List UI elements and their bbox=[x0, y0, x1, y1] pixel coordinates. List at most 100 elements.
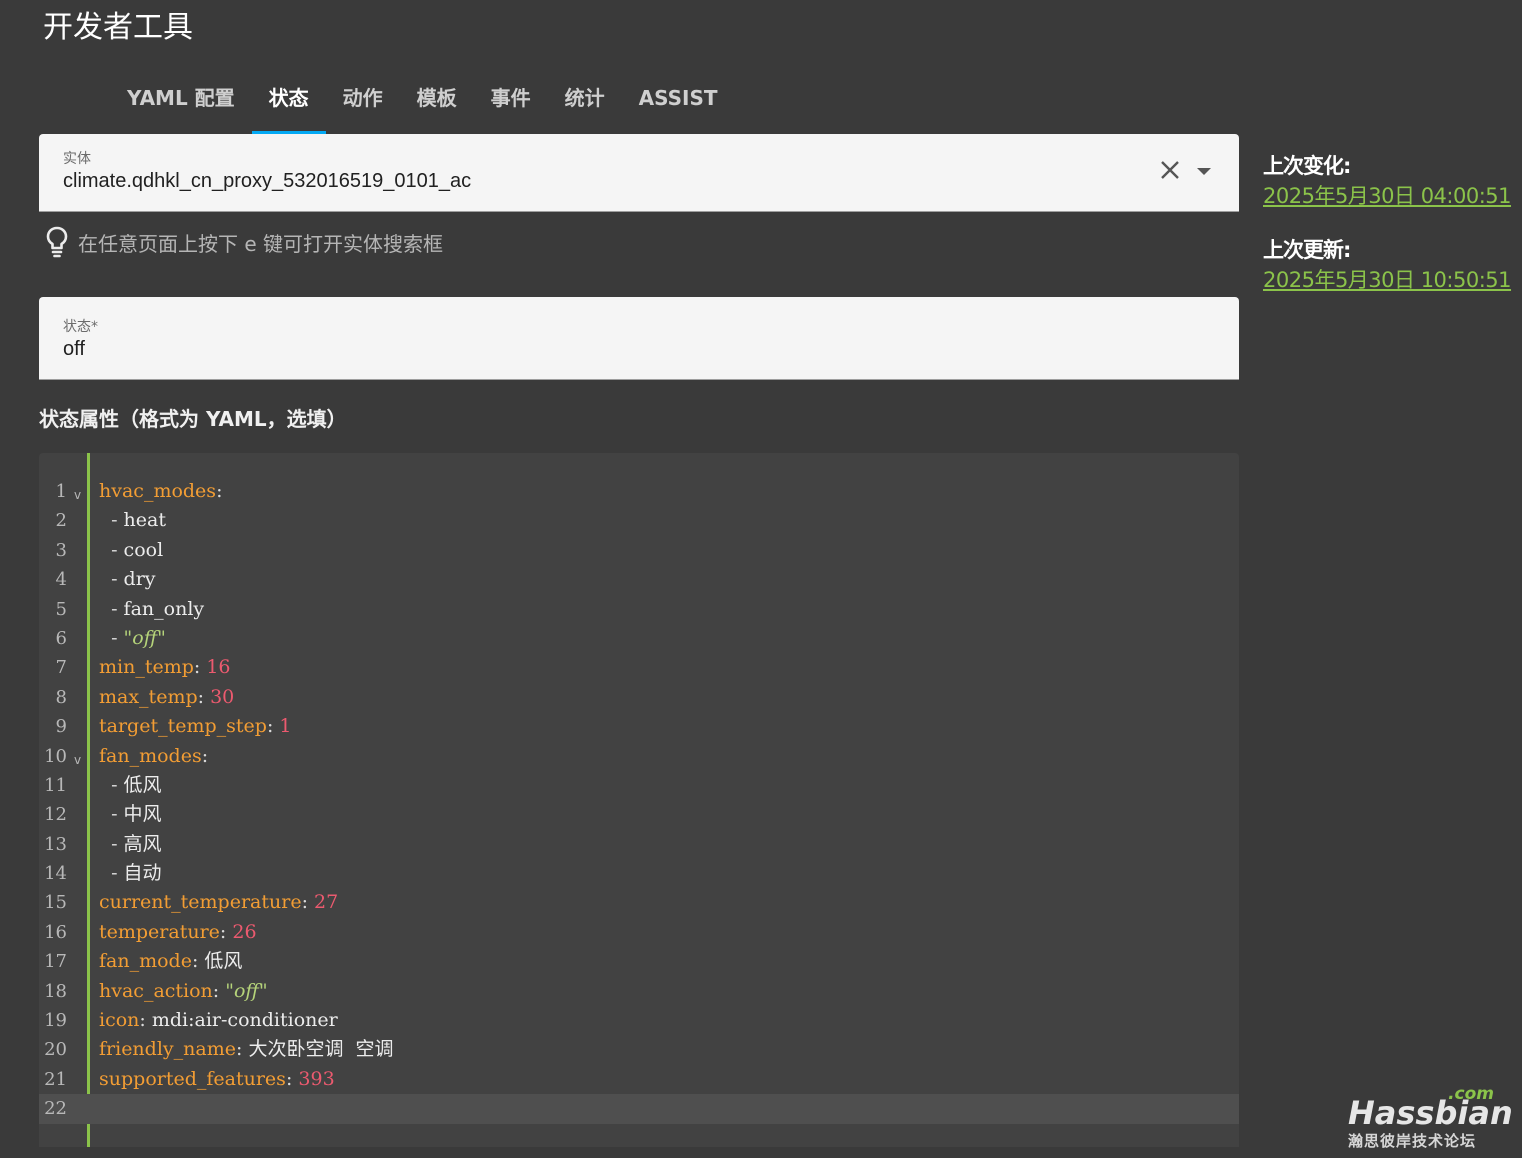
code-line[interactable]: 4 - dry bbox=[39, 565, 1239, 594]
code-line[interactable]: 1 v hvac_modes: bbox=[39, 477, 1239, 506]
state-input[interactable]: off bbox=[63, 338, 85, 361]
yaml-value: mdi:air-conditioner bbox=[151, 1009, 338, 1032]
code-text: - dry bbox=[99, 565, 156, 594]
yaml-value: 大次卧空调 空调 bbox=[248, 1038, 394, 1061]
code-line[interactable]: 19 icon: mdi:air-conditioner bbox=[39, 1006, 1239, 1035]
entity-dropdown-button[interactable] bbox=[1193, 162, 1215, 184]
code-line[interactable]: 20 friendly_name: 大次卧空调 空调 bbox=[39, 1035, 1239, 1064]
line-number: 20 bbox=[44, 1039, 67, 1061]
yaml-punct: : bbox=[219, 920, 233, 943]
line-number: 2 bbox=[55, 510, 67, 532]
code-line[interactable]: 12 - 中风 bbox=[39, 800, 1239, 829]
tab-templates[interactable]: 模板 bbox=[400, 72, 474, 134]
line-number: 9 bbox=[55, 716, 67, 738]
code-line[interactable]: 11 - 低风 bbox=[39, 771, 1239, 800]
yaml-punct: - bbox=[99, 832, 124, 855]
hint-text: 在任意页面上按下 e 键可打开实体搜索框 bbox=[78, 231, 444, 256]
code-text: - "off" bbox=[99, 624, 166, 653]
last-updated-label: 上次更新: bbox=[1263, 238, 1351, 262]
yaml-string: "off" bbox=[225, 979, 268, 1002]
yaml-punct: - bbox=[99, 509, 124, 532]
last-changed-label: 上次变化: bbox=[1263, 154, 1351, 178]
lightbulb-outline-icon bbox=[46, 226, 68, 258]
yaml-value: fan_only bbox=[123, 597, 205, 620]
last-changed-link[interactable]: 2025年5月30日 04:00:51 bbox=[1263, 180, 1512, 210]
yaml-key: hvac_action bbox=[99, 979, 213, 1002]
code-line[interactable]: 9 target_temp_step: 1 bbox=[39, 712, 1239, 741]
code-line[interactable]: 3 - cool bbox=[39, 536, 1239, 565]
yaml-punct: : bbox=[285, 1067, 299, 1090]
yaml-number: 26 bbox=[232, 920, 257, 943]
entity-picker[interactable]: 实体 climate.qdhkl_cn_proxy_532016519_0101… bbox=[39, 134, 1239, 212]
code-text: fan_mode: 低风 bbox=[99, 947, 242, 976]
search-hint: 在任意页面上按下 e 键可打开实体搜索框 bbox=[45, 226, 443, 258]
code-text: - 低风 bbox=[99, 771, 161, 800]
line-number: 21 bbox=[44, 1068, 67, 1090]
code-line[interactable]: 5 - fan_only bbox=[39, 595, 1239, 624]
tab-actions[interactable]: 动作 bbox=[326, 72, 400, 134]
code-line[interactable]: 7 min_temp: 16 bbox=[39, 653, 1239, 682]
yaml-string: "off" bbox=[123, 626, 166, 649]
code-line[interactable]: 21 supported_features: 393 bbox=[39, 1065, 1239, 1094]
yaml-number: 27 bbox=[314, 891, 339, 914]
clear-entity-button[interactable] bbox=[1159, 159, 1181, 181]
tab-yaml[interactable]: YAML 配置 bbox=[110, 72, 252, 134]
line-number: 12 bbox=[44, 804, 67, 826]
entity-input[interactable]: climate.qdhkl_cn_proxy_532016519_0101_ac bbox=[63, 170, 471, 193]
arrow-drop-down-icon bbox=[1197, 168, 1211, 175]
yaml-punct: - bbox=[99, 803, 124, 826]
tab-bar: YAML 配置 状态 动作 模板 事件 统计 ASSIST bbox=[110, 72, 735, 134]
yaml-number: 393 bbox=[298, 1067, 335, 1090]
yaml-key: current_temperature bbox=[99, 891, 302, 914]
code-line[interactable]: 6 - "off" bbox=[39, 624, 1239, 653]
line-number: 8 bbox=[55, 686, 67, 708]
state-label: 状态* bbox=[63, 319, 98, 335]
yaml-value: dry bbox=[123, 568, 156, 591]
code-line[interactable]: 18 hvac_action: "off" bbox=[39, 977, 1239, 1006]
code-text: fan_modes: bbox=[99, 742, 208, 771]
code-line[interactable]: 10 v fan_modes: bbox=[39, 742, 1239, 771]
code-line[interactable]: 22 bbox=[39, 1094, 1239, 1124]
yaml-punct: - bbox=[99, 568, 124, 591]
tab-assist[interactable]: ASSIST bbox=[622, 72, 735, 134]
tab-states[interactable]: 状态 bbox=[251, 72, 326, 134]
code-line[interactable]: 8 max_temp: 30 bbox=[39, 683, 1239, 712]
code-line[interactable]: 2 - heat bbox=[39, 506, 1239, 535]
line-number: 4 bbox=[55, 569, 67, 591]
code-line[interactable]: 17 fan_mode: 低风 bbox=[39, 947, 1239, 976]
code-text: - 自动 bbox=[99, 859, 162, 888]
yaml-key: target_temp_step bbox=[99, 715, 267, 738]
code-line[interactable]: 15 current_temperature: 27 bbox=[39, 888, 1239, 917]
line-number: 13 bbox=[44, 833, 67, 855]
yaml-number: 1 bbox=[279, 715, 292, 738]
watermark-sub: 瀚思彼岸技术论坛 bbox=[1348, 1132, 1477, 1150]
code-text: icon: mdi:air-conditioner bbox=[99, 1006, 338, 1035]
yaml-key: icon bbox=[99, 1009, 140, 1032]
attributes-yaml-editor[interactable]: 1 v hvac_modes: 2 - heat 3 - cool 4 - dry 5 - … bbox=[39, 453, 1239, 1147]
page-title: 开发者工具 bbox=[43, 10, 193, 45]
yaml-punct: : bbox=[193, 656, 207, 679]
code-text: - 中风 bbox=[99, 800, 161, 829]
code-text: max_temp: 30 bbox=[99, 683, 234, 712]
code-text: target_temp_step: 1 bbox=[99, 712, 292, 741]
yaml-value: 自动 bbox=[123, 862, 162, 885]
code-text: supported_features: 393 bbox=[99, 1065, 335, 1094]
code-line[interactable]: 16 temperature: 26 bbox=[39, 918, 1239, 947]
tab-statistics[interactable]: 统计 bbox=[548, 72, 622, 134]
yaml-number: 16 bbox=[206, 656, 231, 679]
yaml-punct: : bbox=[139, 1009, 152, 1032]
yaml-punct: : bbox=[201, 744, 209, 767]
state-input-field[interactable]: 状态* off bbox=[39, 297, 1239, 380]
line-number: 18 bbox=[44, 980, 67, 1002]
attributes-heading: 状态属性（格式为 YAML，选填） bbox=[39, 407, 347, 431]
yaml-punct: : bbox=[197, 685, 211, 708]
line-number: 5 bbox=[55, 598, 67, 620]
code-text: hvac_action: "off" bbox=[99, 977, 268, 1006]
last-updated-link[interactable]: 2025年5月30日 10:50:51 bbox=[1263, 264, 1512, 294]
code-line[interactable]: 13 - 高风 bbox=[39, 830, 1239, 859]
line-number: 7 bbox=[55, 657, 67, 679]
code-line[interactable]: 14 - 自动 bbox=[39, 859, 1239, 888]
line-number: 14 bbox=[44, 863, 67, 885]
tab-events[interactable]: 事件 bbox=[474, 72, 548, 134]
yaml-value: cool bbox=[123, 538, 164, 561]
